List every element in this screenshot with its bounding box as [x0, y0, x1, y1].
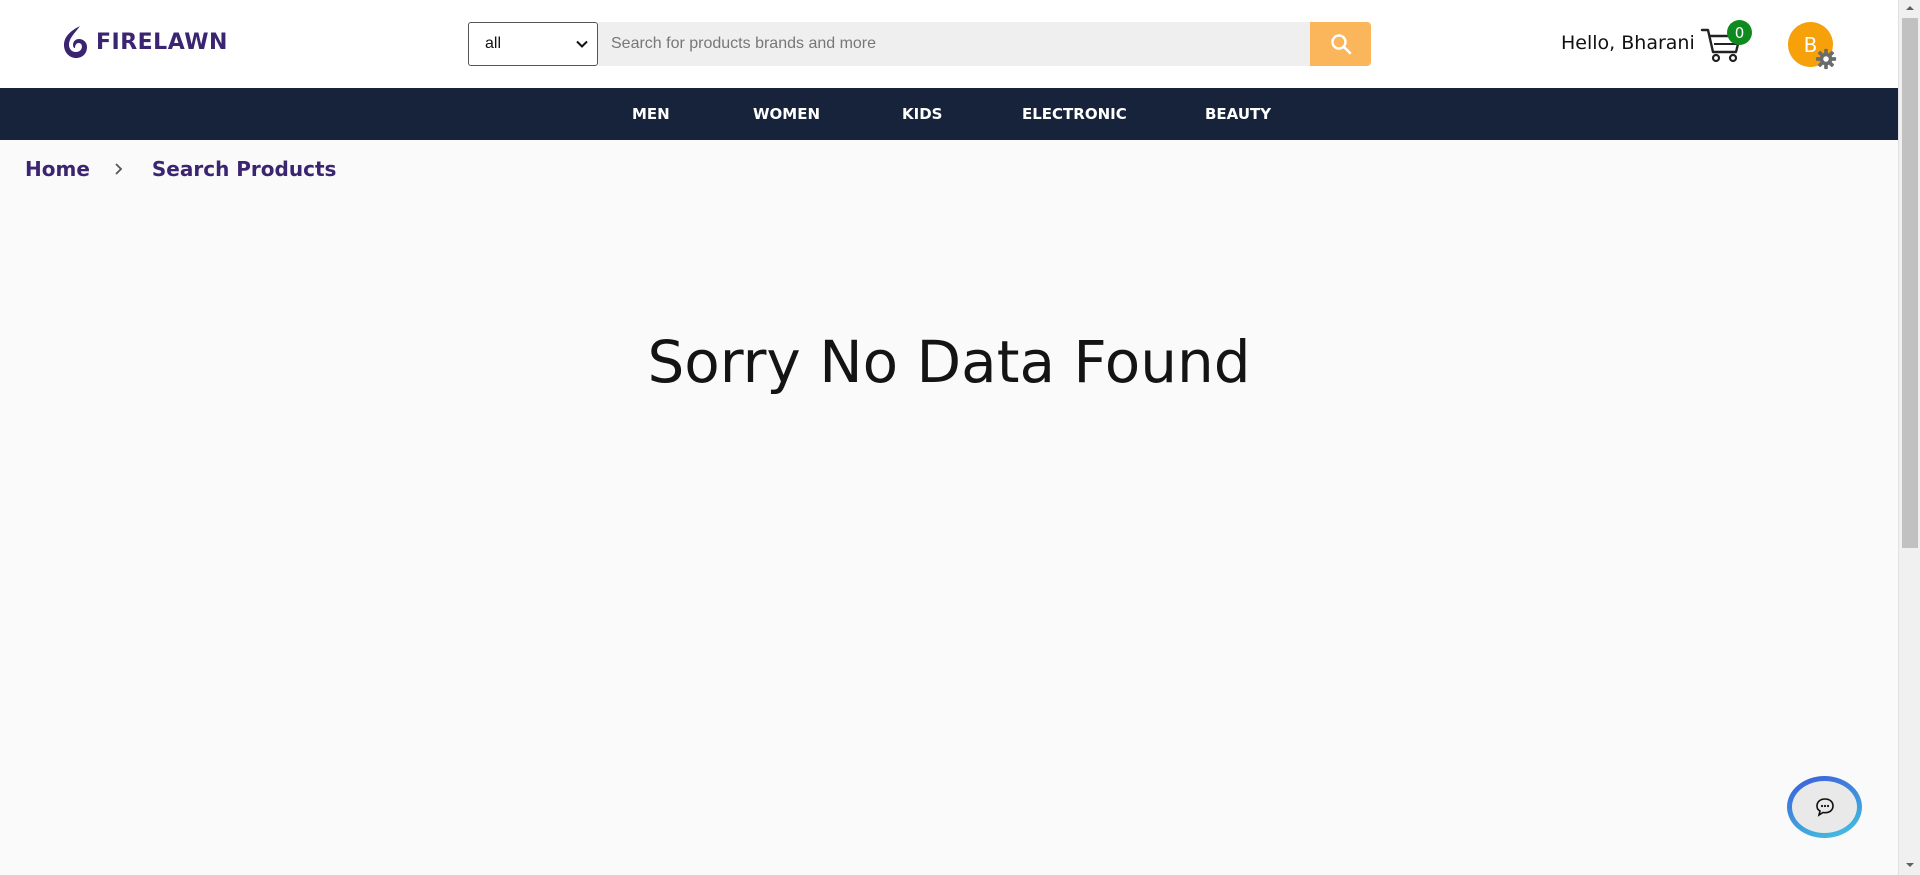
- nav-item-men[interactable]: MEN: [632, 105, 670, 123]
- chat-button[interactable]: [1787, 776, 1862, 838]
- nav-item-electronic[interactable]: ELECTRONIC: [1022, 105, 1127, 123]
- chevron-down-icon: [576, 40, 588, 48]
- breadcrumb-home-link[interactable]: Home: [25, 157, 90, 181]
- site-header: FIRELAWN all Hello, Bharani 0 B: [0, 0, 1898, 88]
- chat-icon: [1815, 798, 1834, 817]
- search-button[interactable]: [1310, 22, 1371, 66]
- chat-button-inner: [1792, 781, 1857, 833]
- search-input[interactable]: [598, 22, 1310, 66]
- search-bar: all: [468, 22, 1371, 66]
- category-select-value: all: [485, 35, 502, 52]
- breadcrumb-current[interactable]: Search Products: [152, 157, 337, 181]
- page-scrollbar[interactable]: [1898, 0, 1920, 875]
- scroll-thumb[interactable]: [1902, 18, 1918, 548]
- nav-item-women[interactable]: WOMEN: [753, 105, 820, 123]
- breadcrumb: Home Search Products: [25, 157, 336, 181]
- scroll-up-icon[interactable]: [1905, 3, 1915, 13]
- logo-mark-icon: [64, 26, 87, 58]
- no-data-message: Sorry No Data Found: [647, 328, 1251, 396]
- brand-logo[interactable]: FIRELAWN: [60, 24, 228, 60]
- gear-icon[interactable]: [1815, 48, 1837, 70]
- logo-text: FIRELAWN: [96, 29, 228, 55]
- scroll-down-icon[interactable]: [1905, 860, 1915, 870]
- cart-count-badge: 0: [1727, 20, 1752, 45]
- user-greeting: Hello, Bharani: [1561, 32, 1695, 54]
- chevron-right-icon: [115, 163, 123, 175]
- nav-item-beauty[interactable]: BEAUTY: [1205, 105, 1271, 123]
- category-select[interactable]: all: [468, 22, 598, 66]
- nav-item-kids[interactable]: KIDS: [902, 105, 942, 123]
- category-nav: MEN WOMEN KIDS ELECTRONIC BEAUTY: [0, 88, 1898, 140]
- search-icon: [1330, 34, 1351, 55]
